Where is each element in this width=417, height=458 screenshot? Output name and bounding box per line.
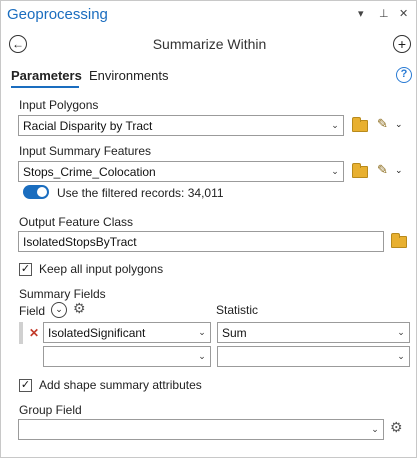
shape-summary-checkbox[interactable]: ✓ (19, 379, 32, 392)
summary-fields-label: Summary Fields (19, 287, 106, 301)
statistic-value: Sum (222, 325, 247, 340)
help-icon[interactable]: ? (396, 67, 412, 83)
input-polygons-label: Input Polygons (19, 98, 99, 112)
input-polygons-dropdown[interactable]: Racial Disparity by Tract ⌄ (18, 115, 344, 136)
shape-summary-label: Add shape summary attributes (39, 378, 202, 392)
active-tab-indicator (11, 86, 79, 88)
row-handle[interactable] (19, 322, 23, 344)
chevron-down-icon: ⌄ (331, 120, 339, 130)
group-field-dropdown[interactable]: ⌄ (18, 419, 384, 440)
pencil-icon[interactable]: ✎ (377, 116, 388, 132)
chevron-down-icon[interactable]: ⌄ (395, 119, 403, 130)
remove-row-icon[interactable]: ✕ (29, 326, 39, 340)
input-summary-label: Input Summary Features (19, 144, 152, 158)
chevron-down-icon: ⌄ (198, 351, 206, 361)
tool-title: Summarize Within (152, 36, 267, 52)
statistic-column-label: Statistic (216, 303, 259, 317)
pencil-icon[interactable]: ✎ (377, 162, 388, 178)
tab-parameters[interactable]: Parameters (11, 68, 82, 83)
statistic-dropdown[interactable]: Sum ⌄ (217, 322, 410, 343)
chevron-down-icon: ⌄ (331, 166, 339, 176)
output-label: Output Feature Class (19, 215, 134, 229)
close-icon[interactable]: ✕ (399, 7, 408, 20)
add-button[interactable]: + (393, 35, 411, 53)
pane-options-icon[interactable]: ▾ (358, 7, 364, 20)
output-input[interactable]: IsolatedStopsByTract (18, 231, 384, 252)
gear-icon[interactable]: ⚙ (390, 419, 403, 436)
plus-icon: + (397, 36, 407, 52)
geoprocessing-pane: Geoprocessing ▾ ⊥ ✕ ← Summarize Within +… (0, 0, 417, 458)
field-dropdown-empty[interactable]: ⌄ (43, 346, 211, 367)
output-value: IsolatedStopsByTract (23, 234, 137, 249)
input-summary-dropdown[interactable]: Stops_Crime_Colocation ⌄ (18, 161, 344, 182)
chevron-down-icon: ⌄ (198, 327, 206, 337)
folder-icon[interactable] (352, 163, 368, 178)
gear-icon[interactable]: ⚙ (73, 300, 86, 317)
chevron-down-icon: ⌄ (371, 424, 379, 434)
chevron-down-icon[interactable]: ⌄ (395, 165, 403, 176)
keep-all-label: Keep all input polygons (39, 262, 164, 276)
chevron-down-circle-icon[interactable]: ⌄ (51, 302, 67, 318)
folder-icon[interactable] (352, 117, 368, 132)
toggle-knob (37, 187, 47, 197)
chevron-down-icon: ⌄ (397, 327, 405, 337)
filtered-records-label: Use the filtered records: 34,011 (57, 186, 224, 200)
input-polygons-value: Racial Disparity by Tract (23, 118, 153, 133)
pane-title: Geoprocessing (7, 6, 108, 23)
keep-all-checkbox[interactable]: ✓ (19, 263, 32, 276)
tab-environments[interactable]: Environments (89, 68, 168, 83)
field-dropdown[interactable]: IsolatedSignificant ⌄ (43, 322, 211, 343)
pin-icon[interactable]: ⊥ (379, 7, 389, 20)
chevron-down-icon: ⌄ (397, 351, 405, 361)
filtered-records-toggle[interactable] (23, 185, 49, 199)
statistic-dropdown-empty[interactable]: ⌄ (217, 346, 410, 367)
field-value: IsolatedSignificant (48, 325, 146, 340)
group-field-label: Group Field (19, 403, 82, 417)
input-summary-value: Stops_Crime_Colocation (23, 164, 156, 179)
field-column-label: Field (19, 304, 46, 318)
folder-icon[interactable] (391, 233, 407, 248)
